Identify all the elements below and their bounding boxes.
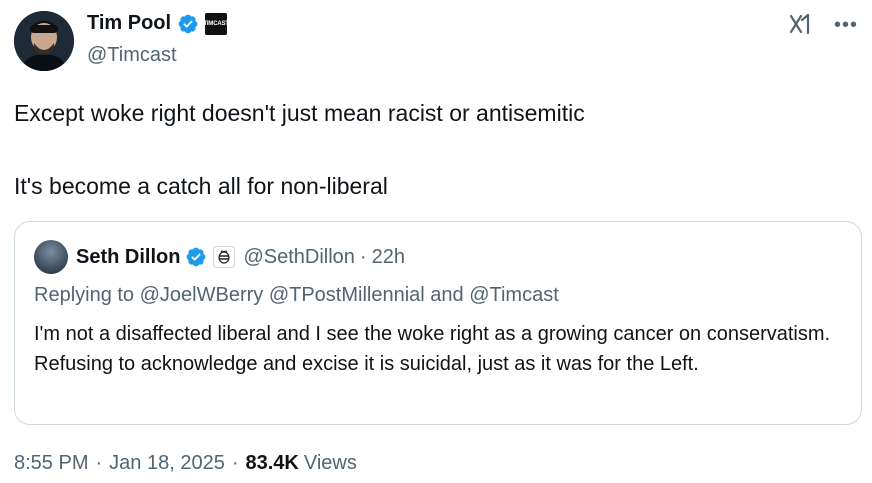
verified-badge-icon[interactable]	[177, 13, 199, 35]
views-count[interactable]: 83.4K	[245, 452, 298, 475]
tweet-meta: 8:55 PM · Jan 18, 2025 · 83.4K Views	[14, 452, 357, 475]
quoted-tweet-time[interactable]: 22h	[372, 246, 405, 269]
author-display-name[interactable]: Tim Pool	[87, 12, 171, 35]
quoted-author-handle[interactable]: @SethDillon	[243, 246, 354, 269]
more-options-icon[interactable]: •••	[834, 15, 858, 35]
views-label: Views	[303, 452, 357, 474]
separator-dot: ·	[359, 245, 367, 268]
quoted-tweet-header: Seth Dillon @SethDillon · 22h	[34, 240, 405, 274]
quoted-author-display-name[interactable]: Seth Dillon	[76, 246, 180, 269]
separator-dot: ·	[231, 452, 239, 474]
tweet-paragraph: It's become a catch all for non-liberal	[14, 173, 388, 199]
tweet-paragraph: Except woke right doesn't just mean raci…	[14, 100, 585, 126]
avatar-image	[14, 11, 74, 71]
affiliate-bee-icon[interactable]	[213, 246, 236, 268]
verified-badge-icon[interactable]	[185, 246, 207, 268]
tweet-time[interactable]: 8:55 PM	[14, 452, 88, 475]
author-avatar[interactable]	[14, 11, 74, 71]
tweet-date[interactable]: Jan 18, 2025	[109, 452, 225, 475]
quoted-tweet-text: I'm not a disaffected liberal and I see …	[34, 323, 831, 375]
quoted-author-avatar[interactable]	[34, 240, 68, 274]
tweet-text: Except woke right doesn't just mean raci…	[14, 97, 854, 203]
separator-dot: ·	[95, 452, 103, 474]
grok-icon[interactable]	[788, 12, 814, 38]
author-handle[interactable]: @Timcast	[87, 44, 177, 67]
replying-to-line: Replying to @JoelWBerry @TPostMillennial…	[34, 284, 559, 306]
affiliate-badge[interactable]: TIMCAST	[203, 12, 229, 35]
top-actions: •••	[788, 12, 858, 38]
quoted-tweet-card[interactable]: Seth Dillon @SethDillon · 22h Replying t…	[14, 221, 862, 425]
author-name-row: Tim Pool TIMCAST	[87, 12, 229, 35]
